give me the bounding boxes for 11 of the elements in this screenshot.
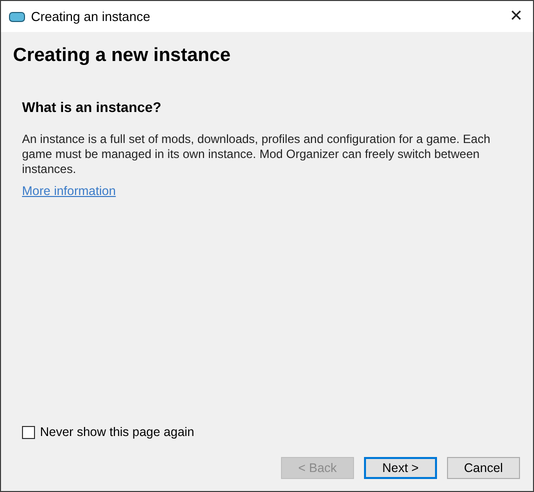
- section-heading: What is an instance?: [22, 98, 162, 117]
- window-title: Creating an instance: [31, 8, 150, 26]
- page-title: Creating a new instance: [13, 44, 231, 68]
- wizard-button[interactable]: Next >: [364, 457, 437, 479]
- wizard-button[interactable]: Cancel: [447, 457, 520, 479]
- more-information-link[interactable]: More information: [22, 182, 116, 201]
- never-show-checkbox[interactable]: [22, 426, 35, 440]
- close-button[interactable]: ✕: [499, 1, 533, 32]
- description-text: An instance is a full set of mods, downloads, profiles and configuration for a game. Each game must be managed in its own instance. Mod Organizer can freely switch between instances.: [22, 132, 492, 177]
- never-show-label: Never show this page again: [40, 424, 194, 442]
- app-logo-icon: [9, 12, 25, 22]
